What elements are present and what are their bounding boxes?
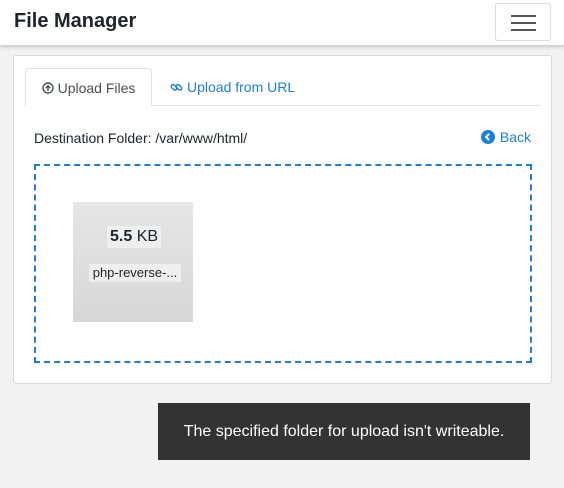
hamburger-icon — [511, 15, 536, 17]
tab-label: Upload Files — [57, 79, 136, 96]
file-preview[interactable]: 5.5 KB php-reverse-... — [73, 202, 193, 322]
file-size: 5.5 KB — [107, 226, 162, 248]
hamburger-icon-bar — [511, 29, 536, 31]
file-name: php-reverse-... — [89, 264, 181, 282]
upload-tabs: Upload Files Upload from URL — [25, 68, 541, 107]
link-icon — [170, 81, 183, 94]
tab-upload-from-url[interactable]: Upload from URL — [170, 68, 295, 106]
back-label: Back — [499, 129, 531, 145]
destination-folder: Destination Folder: /var/www/html/ — [34, 130, 248, 146]
app-title: File Manager — [14, 10, 137, 32]
upload-circle-icon — [41, 81, 54, 94]
navbar: File Manager — [0, 0, 564, 45]
file-size-value: 5.5 — [110, 228, 133, 245]
back-link[interactable]: Back — [480, 129, 531, 145]
tab-label: Upload from URL — [187, 79, 296, 95]
error-toast: The specified folder for upload isn't wr… — [158, 403, 530, 460]
tab-upload-files[interactable]: Upload Files — [25, 68, 152, 107]
upload-card: Upload Files Upload from URL Destination… — [13, 55, 552, 384]
hamburger-icon-bar — [511, 22, 536, 24]
menu-toggle-button[interactable] — [495, 3, 551, 41]
upload-dropzone[interactable]: 5.5 KB php-reverse-... — [34, 164, 532, 363]
back-circle-icon — [480, 130, 495, 144]
file-size-unit: KB — [136, 228, 159, 245]
